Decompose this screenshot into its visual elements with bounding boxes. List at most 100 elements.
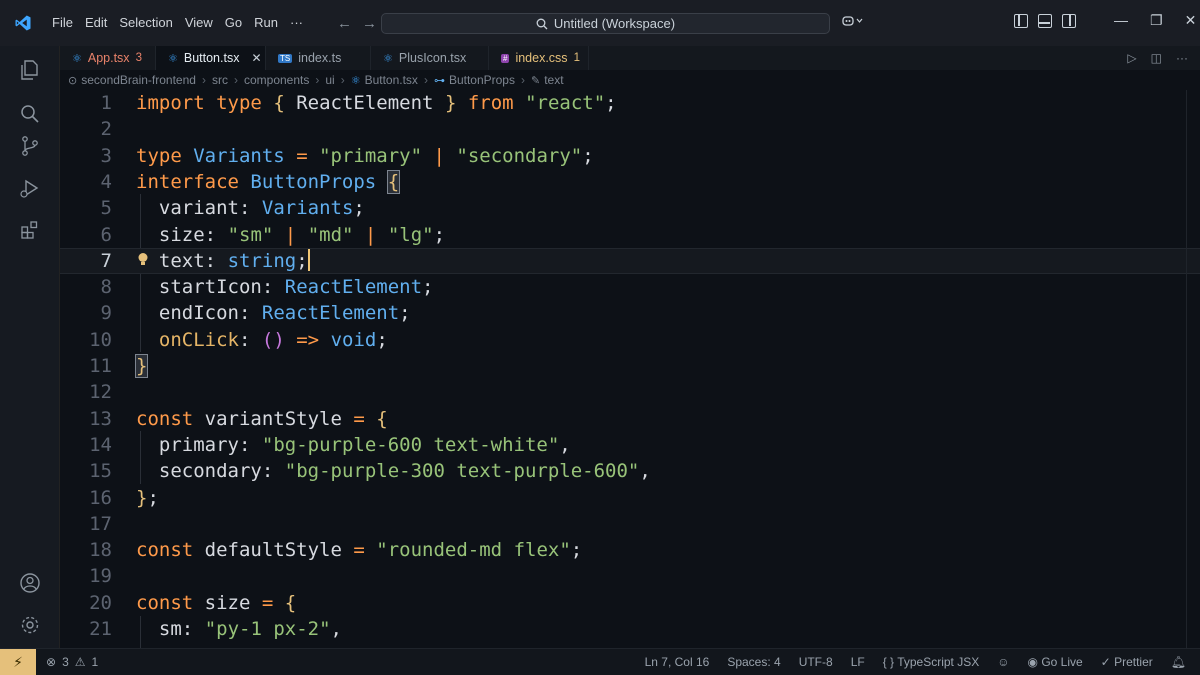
explorer-icon[interactable] [18, 58, 42, 82]
error-count: 3 [62, 655, 69, 669]
code-line: 14 primary: "bg-purple-600 text-white", [60, 432, 1200, 458]
breadcrumb-item[interactable]: ui [325, 73, 334, 87]
toggle-primary-sidebar-icon[interactable] [1014, 14, 1028, 28]
run-debug-icon[interactable] [18, 176, 42, 200]
encoding[interactable]: UTF-8 [799, 655, 833, 669]
menu-view[interactable]: View [179, 0, 219, 46]
code-text: const defaultStyle = "rounded-md flex"; [136, 539, 583, 562]
tab-button-tsx[interactable]: ⚛ Button.tsx ✕ [156, 46, 266, 70]
interface-icon: ⊶ [433, 74, 445, 87]
notifications-bell-icon[interactable]: 🔔︎ [1171, 655, 1186, 669]
chevron-right-icon: › [201, 73, 206, 87]
more-actions-icon[interactable]: ··· [1176, 51, 1188, 65]
code-text: size: "sm" | "md" | "lg"; [158, 223, 446, 246]
breadcrumb-item[interactable]: text [544, 73, 563, 87]
settings-gear-icon[interactable] [18, 613, 42, 637]
code-text: }; [136, 486, 159, 509]
breadcrumb-item[interactable]: secondBrain-frontend [81, 73, 196, 87]
source-control-icon[interactable] [18, 134, 42, 158]
window-controls: — ❐ ✕ [1114, 12, 1196, 29]
warning-icon: ⚠ [74, 655, 86, 669]
menu-run[interactable]: Run [248, 0, 284, 46]
overview-ruler[interactable] [1186, 90, 1200, 648]
code-text: interface ButtonProps { [136, 169, 401, 194]
copilot-status-icon[interactable]: ☺ [997, 655, 1009, 669]
tab-app-tsx[interactable]: ⚛ App.tsx 3 [60, 46, 156, 70]
toggle-panel-icon[interactable] [1038, 14, 1052, 28]
code-line: 2 [60, 116, 1200, 142]
remote-indicator-icon[interactable]: ⚡ [0, 648, 36, 675]
problems-indicator[interactable]: ⊗ 3 ⚠ 1 [46, 655, 98, 669]
chevron-right-icon: › [340, 73, 345, 87]
end-of-line[interactable]: LF [851, 655, 865, 669]
cursor-position[interactable]: Ln 7, Col 16 [645, 655, 710, 669]
code-text: type Variants = "primary" | "secondary"; [136, 144, 594, 167]
code-line: 16}; [60, 485, 1200, 511]
line-number: 4 [100, 170, 112, 193]
search-label: Untitled (Workspace) [553, 16, 676, 31]
code-text: endIcon: ReactElement; [158, 302, 411, 325]
toggle-secondary-sidebar-icon[interactable] [1062, 14, 1076, 28]
copilot-icon[interactable] [842, 14, 864, 31]
line-number: 14 [89, 433, 112, 456]
search-icon [536, 18, 548, 29]
menu-selection[interactable]: Selection [113, 0, 178, 46]
line-number: 13 [89, 407, 112, 430]
extensions-icon[interactable] [18, 218, 42, 242]
layout-controls [1014, 14, 1076, 28]
command-center-search[interactable]: Untitled (Workspace) [381, 13, 830, 34]
nav-arrows: ← → [337, 15, 377, 32]
forward-arrow-icon[interactable]: → [362, 15, 377, 32]
tab-index-ts[interactable]: TS index.ts [266, 46, 371, 70]
code-text: const size = { [136, 591, 297, 614]
line-number: 19 [89, 565, 112, 588]
breadcrumb-item[interactable]: components [244, 73, 309, 87]
breadcrumb-item[interactable]: src [212, 73, 228, 87]
code-line: 10 onCLick: () => void; [60, 327, 1200, 353]
back-arrow-icon[interactable]: ← [337, 15, 352, 32]
go-live-button[interactable]: ◉ Go Live [1027, 655, 1082, 669]
line-number: 8 [100, 276, 112, 299]
code-text: primary: "bg-purple-600 text-white", [158, 433, 571, 456]
text-cursor [307, 249, 310, 272]
breadcrumb-item[interactable]: ButtonProps [449, 73, 515, 87]
maximize-icon[interactable]: ❐ [1150, 12, 1163, 29]
code-editor[interactable]: 1 import type { ReactElement } from "reac… [60, 90, 1200, 648]
breadcrumb: ⊙ secondBrain-frontend › src › component… [60, 70, 1200, 90]
chevron-right-icon: › [423, 73, 428, 87]
search-icon[interactable] [18, 102, 42, 126]
css-icon: # [501, 53, 510, 63]
tab-index-css[interactable]: # index.css 1 [489, 46, 589, 70]
react-icon: ⚛ [350, 74, 361, 87]
warning-count: 1 [91, 655, 99, 669]
menu-more[interactable]: ··· [284, 0, 309, 46]
line-number: 12 [89, 381, 112, 404]
vscode-logo-icon [0, 0, 46, 46]
menu-file[interactable]: File [46, 0, 79, 46]
indentation[interactable]: Spaces: 4 [727, 655, 780, 669]
split-editor-icon[interactable]: ◫ [1151, 51, 1162, 65]
code-line: 9 endIcon: ReactElement; [60, 300, 1200, 326]
code-text: text: string; [158, 249, 310, 272]
code-text: } [134, 354, 149, 378]
code-line: 5 variant: Variants; [60, 195, 1200, 221]
prettier-button[interactable]: ✓ Prettier [1101, 655, 1153, 669]
menu-bar: File Edit Selection View Go Run ··· [46, 0, 309, 46]
line-number: 7 [100, 249, 112, 272]
language-mode[interactable]: { } TypeScript JSX [883, 655, 980, 669]
check-icon: ✓ [1100, 655, 1111, 669]
code-line: 11} [60, 353, 1200, 379]
breadcrumb-item[interactable]: Button.tsx [365, 73, 418, 87]
close-tab-icon[interactable]: ✕ [251, 51, 261, 65]
tab-problem-count: 3 [135, 52, 142, 64]
tab-plusicon-tsx[interactable]: ⚛ PlusIcon.tsx [371, 46, 489, 70]
run-file-icon[interactable]: ▷ [1127, 51, 1136, 65]
react-icon: ⚛ [72, 52, 82, 65]
menu-go[interactable]: Go [219, 0, 248, 46]
account-icon[interactable] [18, 571, 42, 595]
minimize-icon[interactable]: — [1114, 12, 1128, 29]
tab-label: index.ts [298, 51, 342, 65]
close-icon[interactable]: ✕ [1185, 12, 1197, 29]
menu-edit[interactable]: Edit [79, 0, 113, 46]
code-text: const variantStyle = { [136, 407, 388, 430]
